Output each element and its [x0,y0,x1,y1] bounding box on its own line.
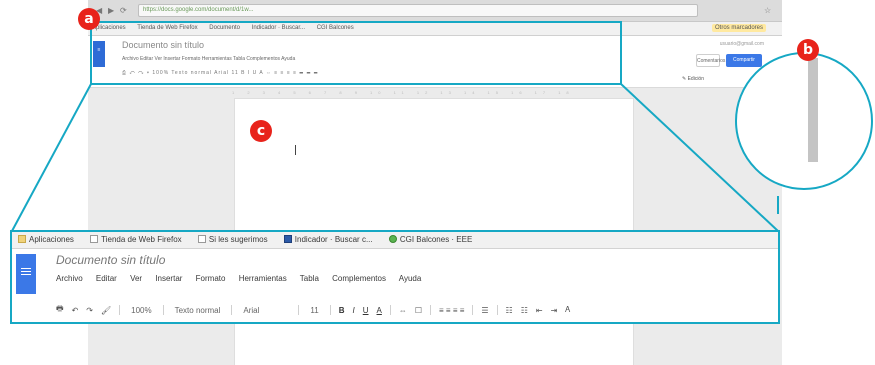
format-toolbar: 🖶 ↶ ↷ 🖌 100% Texto normal Arial 11 B I U… [56,298,579,322]
italic-button[interactable]: I [353,306,355,315]
toolbar-divider [119,305,121,315]
menu-table[interactable]: Tabla [300,274,319,283]
comments-button[interactable]: Comentarios [696,54,725,67]
decrease-indent-icon[interactable]: ⇤ [536,306,543,315]
paint-format-icon[interactable]: 🖌 [101,306,111,315]
scrollbar[interactable] [810,54,819,162]
bookmark-label: Indicador · Buscar c... [294,235,373,244]
bookmark-small[interactable]: Tienda de Web Firefox [137,25,197,31]
toolbar-divider [231,305,233,315]
clear-formatting-icon[interactable]: Ꭺ [565,305,570,315]
page-icon [90,235,99,243]
menu-edit[interactable]: Editar [96,274,117,283]
numbered-list-icon[interactable]: ☷ [506,306,513,315]
docs-logo-icon[interactable]: ≡ [93,41,105,67]
toolbar-divider [162,305,164,315]
toolbar-divider [298,305,300,315]
bookmarks-bar-small: Aplicaciones Tienda de Web Firefox Docum… [88,22,782,36]
doc-lines-icon [21,268,31,269]
bookmark-store[interactable]: Tienda de Web Firefox [90,235,182,244]
forward-icon[interactable]: ▶ [108,6,114,15]
toolbar-small[interactable]: ⎙ ↶ ↷ ▾ 100% Texto normal Arial 11 B I U… [122,70,318,76]
menu-insert[interactable]: Insertar [155,274,182,283]
toolbar-divider [389,305,391,315]
browser-toolbar: ◀ ▶ ⟳ https://docs.google.com/document/d… [88,0,782,22]
text-cursor [295,145,296,155]
toolbar-divider [496,305,498,315]
ruler[interactable]: 1 2 3 4 5 6 7 8 9 10 11 12 13 14 15 16 1… [232,90,632,98]
share-button[interactable]: Compartir [726,54,762,67]
menu-file[interactable]: Archivo [56,274,83,283]
zoom-select[interactable]: 100% [128,305,154,316]
bookmark-small[interactable]: Indicador · Buscar... [252,25,305,31]
bookmark-label: Aplicaciones [29,235,74,244]
callout-line-left [11,83,92,232]
marker-b: b [797,39,819,61]
user-email[interactable]: usuario@gmail.com [720,41,764,47]
bookmarks-bar: Aplicaciones Tienda de Web Firefox Si le… [12,232,778,249]
address-bar[interactable]: https://docs.google.com/document/d/1w... [138,4,698,17]
toolbar-divider [430,305,432,315]
toolbar-divider [472,305,474,315]
star-icon[interactable]: ☆ [764,6,771,15]
font-size-select[interactable]: 11 [307,305,321,316]
bulleted-list-icon[interactable]: ☷ [521,306,528,315]
bookmark-apps[interactable]: Aplicaciones [18,235,74,244]
bold-button[interactable]: B [339,306,345,315]
bookmark-small[interactable]: CGI Balcones [317,25,354,31]
menu-view[interactable]: Ver [130,274,142,283]
zoomed-header-callout: Aplicaciones Tienda de Web Firefox Si le… [10,230,780,324]
style-select[interactable]: Texto normal [172,305,224,316]
marker-a: a [78,8,100,30]
bookmark-blue-icon [283,235,292,243]
undo-icon[interactable]: ↶ [72,306,79,315]
page-icon [197,235,206,243]
underline-button[interactable]: U [363,306,369,315]
menu-bar: Archivo Editar Ver Insertar Formato Herr… [56,274,432,283]
link-icon[interactable]: ⇔ [399,306,407,315]
bookmark-label: Tienda de Web Firefox [101,235,182,244]
align-buttons[interactable]: ≡ ≡ ≡ ≡ [439,306,464,315]
bookmark-small[interactable]: Documento [209,25,240,31]
doc-title[interactable]: Documento sin título [56,253,165,267]
marker-c: c [250,120,272,142]
redo-icon[interactable]: ↷ [86,306,93,315]
menu-addons[interactable]: Complementos [332,274,386,283]
text-color-button[interactable]: A [377,306,382,315]
bookmark-suggest[interactable]: Si les sugerimos [197,235,268,244]
comment-icon[interactable]: ☐ [415,306,422,315]
print-icon[interactable]: 🖶 [56,303,64,317]
menu-format[interactable]: Formato [196,274,226,283]
other-bookmarks[interactable]: Otros marcadores [711,24,766,32]
line-spacing-icon[interactable]: ☰ [481,306,488,315]
figure-stage: ◀ ▶ ⟳ https://docs.google.com/document/d… [0,0,875,365]
editing-mode[interactable]: ✎ Edición [682,76,704,82]
menu-bar-small[interactable]: Archivo Editar Ver Insertar Formato Herr… [122,56,295,62]
doc-title-small[interactable]: Documento sin título [122,40,204,50]
bookmark-cgi[interactable]: CGI Balcones · EEE [388,235,473,244]
menu-tools[interactable]: Herramientas [239,274,287,283]
docs-header-small: ≡ Documento sin título Archivo Editar Ve… [88,36,782,88]
bookmark-label: CGI Balcones · EEE [399,235,473,244]
toolbar-divider [329,305,331,315]
increase-indent-icon[interactable]: ⇥ [551,306,558,315]
font-select[interactable]: Arial [240,305,262,316]
apps-grid-icon [18,235,26,243]
docs-logo-icon[interactable] [16,254,36,294]
reload-icon[interactable]: ⟳ [120,6,127,15]
bookmark-label: Si les sugerimos [208,235,268,244]
bookmark-indicator[interactable]: Indicador · Buscar c... [283,235,373,244]
menu-help[interactable]: Ayuda [399,274,422,283]
globe-icon [388,235,397,243]
